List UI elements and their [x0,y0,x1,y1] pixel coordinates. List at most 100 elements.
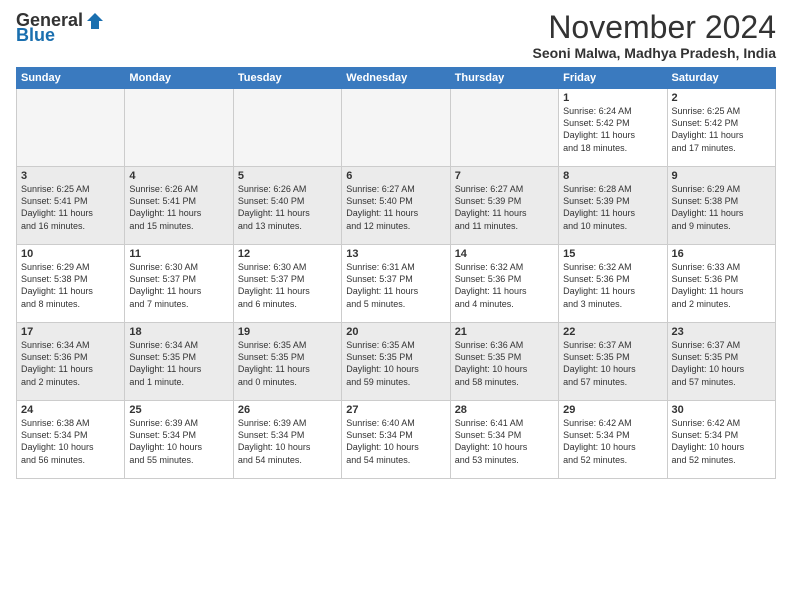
week-row-5: 24Sunrise: 6:38 AMSunset: 5:34 PMDayligh… [17,401,776,479]
day-number: 27 [346,404,445,416]
day-info: Sunrise: 6:39 AMSunset: 5:34 PMDaylight:… [238,417,337,466]
day-number: 14 [455,248,554,260]
day-cell: 13Sunrise: 6:31 AMSunset: 5:37 PMDayligh… [342,245,450,323]
day-cell: 21Sunrise: 6:36 AMSunset: 5:35 PMDayligh… [450,323,558,401]
day-cell: 3Sunrise: 6:25 AMSunset: 5:41 PMDaylight… [17,167,125,245]
day-info: Sunrise: 6:32 AMSunset: 5:36 PMDaylight:… [455,261,554,310]
day-cell: 27Sunrise: 6:40 AMSunset: 5:34 PMDayligh… [342,401,450,479]
day-number: 3 [21,170,120,182]
weekday-saturday: Saturday [667,68,775,89]
day-number: 8 [563,170,662,182]
day-cell: 11Sunrise: 6:30 AMSunset: 5:37 PMDayligh… [125,245,233,323]
logo-icon [85,11,105,31]
title-block: November 2024 Seoni Malwa, Madhya Prades… [532,10,776,61]
day-info: Sunrise: 6:37 AMSunset: 5:35 PMDaylight:… [563,339,662,388]
day-number: 22 [563,326,662,338]
day-cell [125,89,233,167]
day-info: Sunrise: 6:42 AMSunset: 5:34 PMDaylight:… [672,417,771,466]
week-row-3: 10Sunrise: 6:29 AMSunset: 5:38 PMDayligh… [17,245,776,323]
day-number: 15 [563,248,662,260]
day-info: Sunrise: 6:30 AMSunset: 5:37 PMDaylight:… [238,261,337,310]
day-cell: 24Sunrise: 6:38 AMSunset: 5:34 PMDayligh… [17,401,125,479]
day-info: Sunrise: 6:25 AMSunset: 5:41 PMDaylight:… [21,183,120,232]
day-cell: 22Sunrise: 6:37 AMSunset: 5:35 PMDayligh… [559,323,667,401]
day-info: Sunrise: 6:30 AMSunset: 5:37 PMDaylight:… [129,261,228,310]
day-info: Sunrise: 6:36 AMSunset: 5:35 PMDaylight:… [455,339,554,388]
weekday-tuesday: Tuesday [233,68,341,89]
week-row-2: 3Sunrise: 6:25 AMSunset: 5:41 PMDaylight… [17,167,776,245]
day-info: Sunrise: 6:29 AMSunset: 5:38 PMDaylight:… [672,183,771,232]
day-info: Sunrise: 6:39 AMSunset: 5:34 PMDaylight:… [129,417,228,466]
day-info: Sunrise: 6:29 AMSunset: 5:38 PMDaylight:… [21,261,120,310]
day-number: 26 [238,404,337,416]
day-number: 5 [238,170,337,182]
day-number: 29 [563,404,662,416]
day-cell: 7Sunrise: 6:27 AMSunset: 5:39 PMDaylight… [450,167,558,245]
day-info: Sunrise: 6:42 AMSunset: 5:34 PMDaylight:… [563,417,662,466]
day-cell: 4Sunrise: 6:26 AMSunset: 5:41 PMDaylight… [125,167,233,245]
day-cell: 2Sunrise: 6:25 AMSunset: 5:42 PMDaylight… [667,89,775,167]
day-info: Sunrise: 6:38 AMSunset: 5:34 PMDaylight:… [21,417,120,466]
weekday-monday: Monday [125,68,233,89]
day-number: 19 [238,326,337,338]
day-cell: 16Sunrise: 6:33 AMSunset: 5:36 PMDayligh… [667,245,775,323]
day-info: Sunrise: 6:37 AMSunset: 5:35 PMDaylight:… [672,339,771,388]
day-info: Sunrise: 6:41 AMSunset: 5:34 PMDaylight:… [455,417,554,466]
day-number: 13 [346,248,445,260]
day-info: Sunrise: 6:32 AMSunset: 5:36 PMDaylight:… [563,261,662,310]
day-cell: 25Sunrise: 6:39 AMSunset: 5:34 PMDayligh… [125,401,233,479]
day-info: Sunrise: 6:27 AMSunset: 5:39 PMDaylight:… [455,183,554,232]
day-number: 17 [21,326,120,338]
day-cell [342,89,450,167]
day-cell: 5Sunrise: 6:26 AMSunset: 5:40 PMDaylight… [233,167,341,245]
calendar-table: SundayMondayTuesdayWednesdayThursdayFrid… [16,67,776,479]
day-number: 7 [455,170,554,182]
weekday-header-row: SundayMondayTuesdayWednesdayThursdayFrid… [17,68,776,89]
day-number: 18 [129,326,228,338]
day-info: Sunrise: 6:25 AMSunset: 5:42 PMDaylight:… [672,105,771,154]
logo: General Blue [16,10,105,46]
day-info: Sunrise: 6:26 AMSunset: 5:41 PMDaylight:… [129,183,228,232]
day-info: Sunrise: 6:35 AMSunset: 5:35 PMDaylight:… [238,339,337,388]
day-cell: 18Sunrise: 6:34 AMSunset: 5:35 PMDayligh… [125,323,233,401]
day-cell: 8Sunrise: 6:28 AMSunset: 5:39 PMDaylight… [559,167,667,245]
day-number: 11 [129,248,228,260]
day-number: 21 [455,326,554,338]
day-info: Sunrise: 6:34 AMSunset: 5:35 PMDaylight:… [129,339,228,388]
day-number: 23 [672,326,771,338]
day-info: Sunrise: 6:27 AMSunset: 5:40 PMDaylight:… [346,183,445,232]
day-info: Sunrise: 6:31 AMSunset: 5:37 PMDaylight:… [346,261,445,310]
day-cell [450,89,558,167]
day-number: 12 [238,248,337,260]
month-title: November 2024 [532,10,776,45]
day-info: Sunrise: 6:40 AMSunset: 5:34 PMDaylight:… [346,417,445,466]
weekday-friday: Friday [559,68,667,89]
day-number: 10 [21,248,120,260]
day-number: 20 [346,326,445,338]
day-info: Sunrise: 6:28 AMSunset: 5:39 PMDaylight:… [563,183,662,232]
day-number: 9 [672,170,771,182]
day-number: 16 [672,248,771,260]
day-cell: 12Sunrise: 6:30 AMSunset: 5:37 PMDayligh… [233,245,341,323]
day-number: 24 [21,404,120,416]
logo-blue-text: Blue [16,25,55,46]
day-info: Sunrise: 6:34 AMSunset: 5:36 PMDaylight:… [21,339,120,388]
day-number: 2 [672,92,771,104]
day-number: 6 [346,170,445,182]
day-cell: 14Sunrise: 6:32 AMSunset: 5:36 PMDayligh… [450,245,558,323]
day-info: Sunrise: 6:35 AMSunset: 5:35 PMDaylight:… [346,339,445,388]
weekday-sunday: Sunday [17,68,125,89]
day-info: Sunrise: 6:33 AMSunset: 5:36 PMDaylight:… [672,261,771,310]
day-cell: 15Sunrise: 6:32 AMSunset: 5:36 PMDayligh… [559,245,667,323]
week-row-4: 17Sunrise: 6:34 AMSunset: 5:36 PMDayligh… [17,323,776,401]
day-cell: 19Sunrise: 6:35 AMSunset: 5:35 PMDayligh… [233,323,341,401]
day-cell: 29Sunrise: 6:42 AMSunset: 5:34 PMDayligh… [559,401,667,479]
day-number: 28 [455,404,554,416]
day-cell: 26Sunrise: 6:39 AMSunset: 5:34 PMDayligh… [233,401,341,479]
day-number: 4 [129,170,228,182]
header: General Blue November 2024 Seoni Malwa, … [16,10,776,61]
day-cell: 6Sunrise: 6:27 AMSunset: 5:40 PMDaylight… [342,167,450,245]
weekday-wednesday: Wednesday [342,68,450,89]
calendar-page: General Blue November 2024 Seoni Malwa, … [0,0,792,612]
day-cell: 20Sunrise: 6:35 AMSunset: 5:35 PMDayligh… [342,323,450,401]
